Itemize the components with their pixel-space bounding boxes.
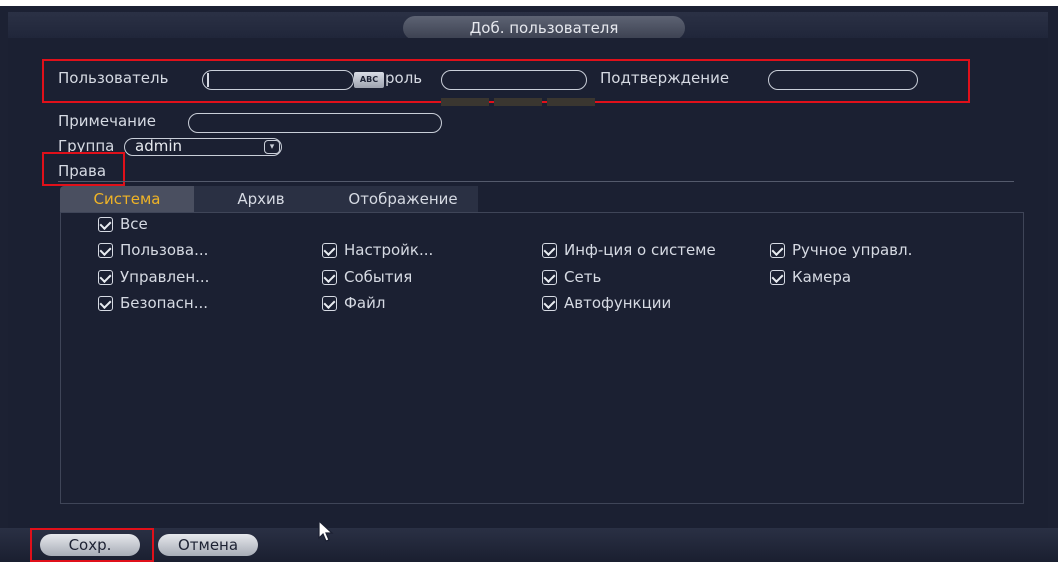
perm-security[interactable]: Безопасн... xyxy=(98,294,208,312)
checkbox-checked-icon[interactable] xyxy=(98,216,113,232)
dropdown-arrow-icon[interactable]: ▾ xyxy=(264,140,280,154)
note-field[interactable] xyxy=(188,113,442,133)
perm-events[interactable]: События xyxy=(322,268,412,286)
save-button[interactable]: Сохр. xyxy=(40,534,140,556)
bottom-toolbar: Сохр. Отмена xyxy=(0,528,1058,562)
text-caret xyxy=(207,73,209,87)
perm-users[interactable]: Пользова... xyxy=(98,241,208,259)
checkbox-checked-icon[interactable] xyxy=(542,295,557,311)
checkbox-checked-icon[interactable] xyxy=(322,295,337,311)
group-select[interactable]: admin xyxy=(124,138,282,156)
dialog-titlebar: Доб. пользователя xyxy=(8,12,1048,40)
tab-system[interactable]: Система xyxy=(60,186,194,212)
password-field[interactable] xyxy=(441,70,587,90)
perm-network[interactable]: Сеть xyxy=(542,268,601,286)
perm-label: Ручное управл. xyxy=(792,241,913,259)
perm-all-label: Все xyxy=(120,215,148,233)
perm-label: Безопасн... xyxy=(120,294,209,312)
tab-display[interactable]: Отображение xyxy=(328,186,478,212)
perm-label: Инф-ция о системе xyxy=(564,241,716,259)
checkbox-checked-icon[interactable] xyxy=(770,269,785,285)
dialog-content: Пользователь ABC роль Подтверждение Прим… xyxy=(8,38,1048,528)
perm-label: Управлен... xyxy=(120,268,210,286)
add-user-dialog: Доб. пользователя Пользователь ABC роль … xyxy=(0,6,1058,562)
perm-label: События xyxy=(344,268,413,286)
perm-settings[interactable]: Настройк... xyxy=(322,241,433,259)
perm-system-info[interactable]: Инф-ция о системе xyxy=(542,241,716,259)
checkbox-checked-icon[interactable] xyxy=(322,242,337,258)
perm-label: Настройк... xyxy=(344,241,434,259)
password-strength-bar-2 xyxy=(494,98,542,106)
user-label: Пользователь xyxy=(58,69,169,87)
cancel-button[interactable]: Отмена xyxy=(158,534,258,556)
rights-divider xyxy=(58,181,1014,182)
perm-autofunctions[interactable]: Автофункции xyxy=(542,294,671,312)
perm-camera[interactable]: Камера xyxy=(770,268,851,286)
confirm-password-field[interactable] xyxy=(768,70,918,90)
perm-file[interactable]: Файл xyxy=(322,294,385,312)
user-name-field[interactable] xyxy=(202,70,354,90)
keyboard-icon[interactable]: ABC xyxy=(354,72,384,88)
perm-label: Пользова... xyxy=(120,241,209,259)
perm-control[interactable]: Управлен... xyxy=(98,268,209,286)
checkbox-checked-icon[interactable] xyxy=(98,295,113,311)
confirm-label: Подтверждение xyxy=(600,69,730,87)
perm-label: Автофункции xyxy=(564,294,672,312)
note-label: Примечание xyxy=(58,112,156,130)
tab-archive[interactable]: Архив xyxy=(194,186,328,212)
checkbox-checked-icon[interactable] xyxy=(542,269,557,285)
password-strength-bar-1 xyxy=(441,98,489,106)
dialog-title: Доб. пользователя xyxy=(403,16,685,40)
checkbox-checked-icon[interactable] xyxy=(770,242,785,258)
mouse-cursor-icon xyxy=(318,520,334,542)
password-strength-bar-3 xyxy=(547,98,595,106)
perm-label: Файл xyxy=(344,294,386,312)
perm-all[interactable]: Все xyxy=(98,215,148,233)
password-label: роль xyxy=(385,69,423,87)
checkbox-checked-icon[interactable] xyxy=(322,269,337,285)
rights-label: Права xyxy=(58,162,107,180)
checkbox-checked-icon[interactable] xyxy=(542,242,557,258)
perm-manual-control[interactable]: Ручное управл. xyxy=(770,241,912,259)
checkbox-checked-icon[interactable] xyxy=(98,269,113,285)
perm-label: Камера xyxy=(792,268,852,286)
perm-label: Сеть xyxy=(564,268,602,286)
checkbox-checked-icon[interactable] xyxy=(98,242,113,258)
